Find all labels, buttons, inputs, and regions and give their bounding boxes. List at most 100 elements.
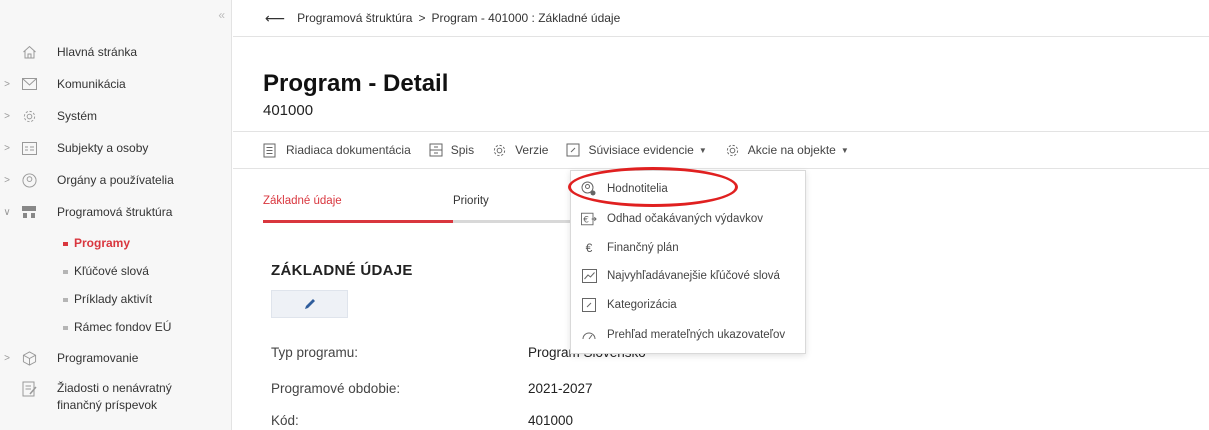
breadcrumb-link-program-structure[interactable]: Programová štruktúra <box>297 11 412 25</box>
menu-item-top-keywords[interactable]: Najvyhľadávanejšie kľúčové slová <box>571 263 807 289</box>
bullet-icon <box>63 241 68 246</box>
page-subtitle: 401000 <box>263 102 314 119</box>
sidebar-subitem-label: Príklady aktivít <box>63 292 152 306</box>
menu-item-label: Prehľad merateľných ukazovateľov <box>607 329 786 341</box>
field-label-program-period: Programové obdobie: <box>271 381 401 396</box>
documents-icon <box>263 143 276 157</box>
chevron-down-icon: ∨ <box>3 206 11 218</box>
tab-active-indicator <box>263 220 453 223</box>
sidebar-subitem-eu-funds-framework[interactable]: Rámec fondov EÚ <box>0 315 232 339</box>
menu-item-label: Kategorizácia <box>607 299 677 311</box>
document-edit-icon <box>21 381 37 397</box>
sidebar-item-label: Programová štruktúra <box>57 205 173 219</box>
field-value-code: 401000 <box>528 413 574 428</box>
menu-item-label: Hodnotitelia <box>607 183 668 195</box>
sidebar-subitem-text: Rámec fondov EÚ <box>74 320 172 334</box>
tab-basic-data[interactable]: Základné údaje <box>263 195 342 207</box>
sidebar-item-grant-applications[interactable]: Žiadosti o nenávratný finančný príspevok <box>0 380 232 420</box>
chevron-right-icon: > <box>4 78 10 90</box>
action-toolbar: Riadiaca dokumentácia Spis Verzie Súvisi… <box>233 131 1209 169</box>
chevron-right-icon: > <box>4 352 10 364</box>
bullet-icon <box>63 325 68 330</box>
sidebar-subitem-label: Rámec fondov EÚ <box>63 320 171 334</box>
field-value-program-period: 2021-2027 <box>528 381 593 396</box>
caret-down-icon: ▼ <box>698 145 707 155</box>
sidebar-subitem-keywords[interactable]: Kľúčové slová <box>0 259 232 283</box>
menu-item-evaluators[interactable]: Hodnotitelia <box>571 176 807 202</box>
toolbar-label: Verzie <box>515 143 549 157</box>
caret-down-icon: ▼ <box>840 145 849 155</box>
collapse-sidebar-button[interactable]: « <box>218 8 225 22</box>
toolbar-label: Riadiaca dokumentácia <box>286 143 411 157</box>
breadcrumb-current: Program - 401000 : Základné údaje <box>431 11 621 25</box>
sidebar: « Hlavná stránka > Komunikácia > Systém … <box>0 0 232 430</box>
field-label-code: Kód: <box>271 413 299 428</box>
sidebar-item-label: Programovanie <box>57 351 139 365</box>
sidebar-item-organs[interactable]: > Orgány a používatelia <box>0 168 232 192</box>
tab-inactive-indicator <box>453 220 577 223</box>
sidebar-item-label: Systém <box>57 109 98 123</box>
sidebar-item-subjects[interactable]: > Subjekty a osoby <box>0 136 232 160</box>
home-icon <box>21 44 37 60</box>
menu-item-expected-expenditure[interactable]: € Odhad očakávaných výdavkov <box>571 206 807 232</box>
svg-text:€: € <box>583 216 589 226</box>
sidebar-item-label: Žiadosti o nenávratný finančný príspevok <box>57 381 172 412</box>
sidebar-item-label: Orgány a používatelia <box>57 173 174 187</box>
object-actions-dropdown[interactable]: Akcie na objekte ▼ <box>725 143 849 158</box>
gear-icon <box>493 144 506 156</box>
bullet-icon <box>63 269 68 274</box>
sidebar-item-label: Hlavná stránka <box>57 45 138 59</box>
toolbar-label: Súvisiace evidencie <box>588 143 694 157</box>
sidebar-item-label: Komunikácia <box>57 77 126 91</box>
sidebar-item-program-structure[interactable]: ∨ Programová štruktúra <box>0 200 232 224</box>
related-records-menu: Hodnotitelia € Odhad očakávaných výdavko… <box>570 170 806 354</box>
governing-documentation-button[interactable]: Riadiaca dokumentácia <box>263 143 411 158</box>
menu-item-label: Finančný plán <box>607 242 679 254</box>
edit-button[interactable] <box>271 290 348 318</box>
tab-priorities[interactable]: Priority <box>453 195 489 207</box>
euro-icon: € <box>585 241 593 255</box>
org-structure-icon <box>21 204 37 220</box>
sidebar-item-home[interactable]: Hlavná stránka <box>0 40 232 64</box>
page-title: Program - Detail <box>263 70 449 97</box>
sidebar-item-system[interactable]: > Systém <box>0 104 232 128</box>
sidebar-subitem-activity-examples[interactable]: Príklady aktivít <box>0 287 232 311</box>
sidebar-subitem-text: Príklady aktivít <box>74 292 153 306</box>
envelope-icon <box>21 76 37 92</box>
euro-arrow-icon: € <box>581 211 597 227</box>
breadcrumb-separator: > <box>418 11 426 25</box>
chevron-right-icon: > <box>4 174 10 186</box>
field-label-program-type: Typ programu: <box>271 345 359 360</box>
gear-icon <box>726 144 738 156</box>
toolbar-label: Spis <box>450 143 475 157</box>
paperclip-icon <box>566 143 580 157</box>
back-arrow-icon[interactable]: ⟵ <box>265 10 285 27</box>
pencil-icon <box>304 299 315 309</box>
menu-item-label: Najvyhľadávanejšie kľúčové slová <box>607 270 780 282</box>
sidebar-subitem-label: Programy <box>63 236 130 250</box>
sidebar-item-programming[interactable]: > Programovanie <box>0 346 232 370</box>
bullet-icon <box>63 297 68 302</box>
sidebar-subitem-programs[interactable]: Programy <box>0 231 232 255</box>
toolbar-label: Akcie na objekte <box>747 143 836 157</box>
contact-card-icon <box>21 140 37 156</box>
menu-item-financial-plan[interactable]: € Finančný plán <box>571 235 807 261</box>
paperclip-icon <box>581 297 597 313</box>
app-root: « Hlavná stránka > Komunikácia > Systém … <box>0 0 1209 430</box>
gear-icon <box>21 108 37 124</box>
sidebar-subitem-text: Kľúčové slová <box>74 264 149 278</box>
chevron-right-icon: > <box>4 110 10 122</box>
chevron-right-icon: > <box>4 142 10 154</box>
gauge-icon <box>581 327 597 343</box>
sidebar-subitem-label: Kľúčové slová <box>63 264 149 278</box>
user-gear-icon <box>581 181 597 197</box>
versions-button[interactable]: Verzie <box>492 143 548 158</box>
sidebar-item-communication[interactable]: > Komunikácia <box>0 72 232 96</box>
page-header: Program - Detail 401000 <box>263 70 448 119</box>
menu-item-categorization[interactable]: Kategorizácia <box>571 292 807 318</box>
section-title: ZÁKLADNÉ ÚDAJE <box>271 262 413 279</box>
detail-tabs: Základné údaje Priority <box>263 195 577 225</box>
menu-item-indicators-overview[interactable]: Prehľad merateľných ukazovateľov <box>571 322 807 348</box>
related-records-dropdown[interactable]: Súvisiace evidencie ▼ <box>566 143 707 157</box>
file-button[interactable]: Spis <box>429 143 474 157</box>
